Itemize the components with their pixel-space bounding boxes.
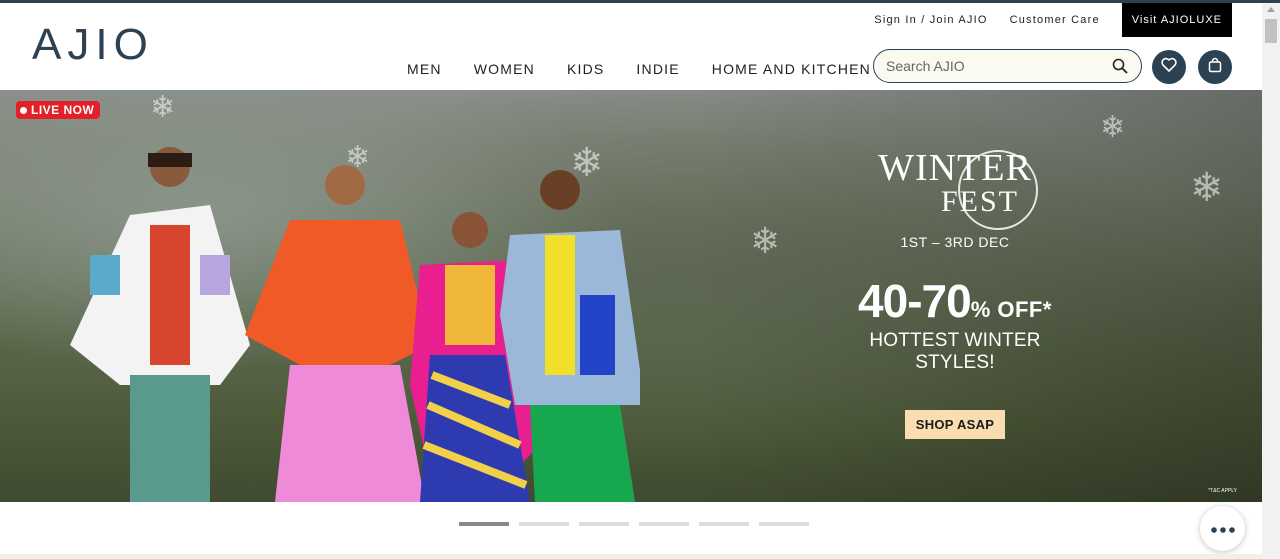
promo-dates: 1ST – 3RD DEC [900,234,1010,250]
nav-women[interactable]: WOMEN [474,61,535,77]
hero-banner[interactable]: LIVE NOW ❄ ❄ ❄ ❄ ❄ ❄ WINTER FEST 1ST – 3… [0,90,1262,502]
ring-decoration [958,150,1038,230]
nav-kids[interactable]: KIDS [567,61,604,77]
scroll-thumb[interactable] [1265,19,1277,43]
carousel-dot[interactable] [699,522,749,526]
carousel-dot[interactable] [639,522,689,526]
live-now-badge: LIVE NOW [16,101,101,119]
promo-discount: 40-70% OFF* [830,274,1080,328]
heart-icon [1161,57,1177,77]
terms-note: *T&C APPLY [1208,488,1237,494]
more-dots-icon [1210,520,1235,538]
nav-indie[interactable]: INDIE [636,61,679,77]
page-scrollbar[interactable] [1262,3,1280,559]
main-navigation: MEN WOMEN KIDS INDIE HOME AND KITCHEN [407,61,903,77]
models-illustration [70,147,640,502]
promo-block: WINTER FEST 1ST – 3RD DEC 40-70% OFF* HO… [830,147,1080,439]
carousel-dot[interactable] [459,522,509,526]
live-now-label: LIVE NOW [31,103,95,117]
search-input[interactable] [886,58,1111,74]
shopping-bag-button[interactable] [1198,50,1232,84]
shopping-bag-icon [1208,57,1222,78]
search-icon[interactable] [1111,57,1129,75]
discount-suffix: % OFF* [970,297,1052,322]
promo-tagline: HOTTEST WINTER STYLES! [869,330,1041,373]
visit-ajioluxe-button[interactable]: Visit AJIOLUXE [1121,3,1232,37]
snowflake-icon: ❄ [750,220,781,261]
carousel-dot[interactable] [759,522,809,526]
ajio-logo[interactable]: AJIO [32,23,154,67]
sign-in-link[interactable]: Sign In / Join AJIO [874,14,987,26]
snowflake-icon: ❄ [150,91,176,124]
snowflake-icon: ❄ [1190,166,1224,210]
carousel-dot[interactable] [519,522,569,526]
nav-home-and-kitchen[interactable]: HOME AND KITCHEN [712,61,871,77]
chat-button[interactable] [1200,506,1245,551]
live-dot-icon [20,106,27,114]
discount-range: 40-70 [858,275,972,327]
snowflake-icon: ❄ [1100,111,1126,144]
scroll-up-arrow-icon[interactable] [1267,7,1275,12]
promo-title: WINTER [878,147,1032,189]
wishlist-button[interactable] [1152,50,1186,84]
shop-asap-button[interactable]: SHOP ASAP [904,410,1006,439]
carousel-indicators [459,522,819,526]
customer-care-link[interactable]: Customer Care [1010,14,1100,26]
search-bar [873,49,1142,83]
utility-links: Sign In / Join AJIO Customer Care Visit … [874,3,1232,37]
carousel-dot[interactable] [579,522,629,526]
nav-men[interactable]: MEN [407,61,442,77]
content-edge [0,554,1262,559]
site-header: AJIO Sign In / Join AJIO Customer Care V… [0,3,1262,90]
